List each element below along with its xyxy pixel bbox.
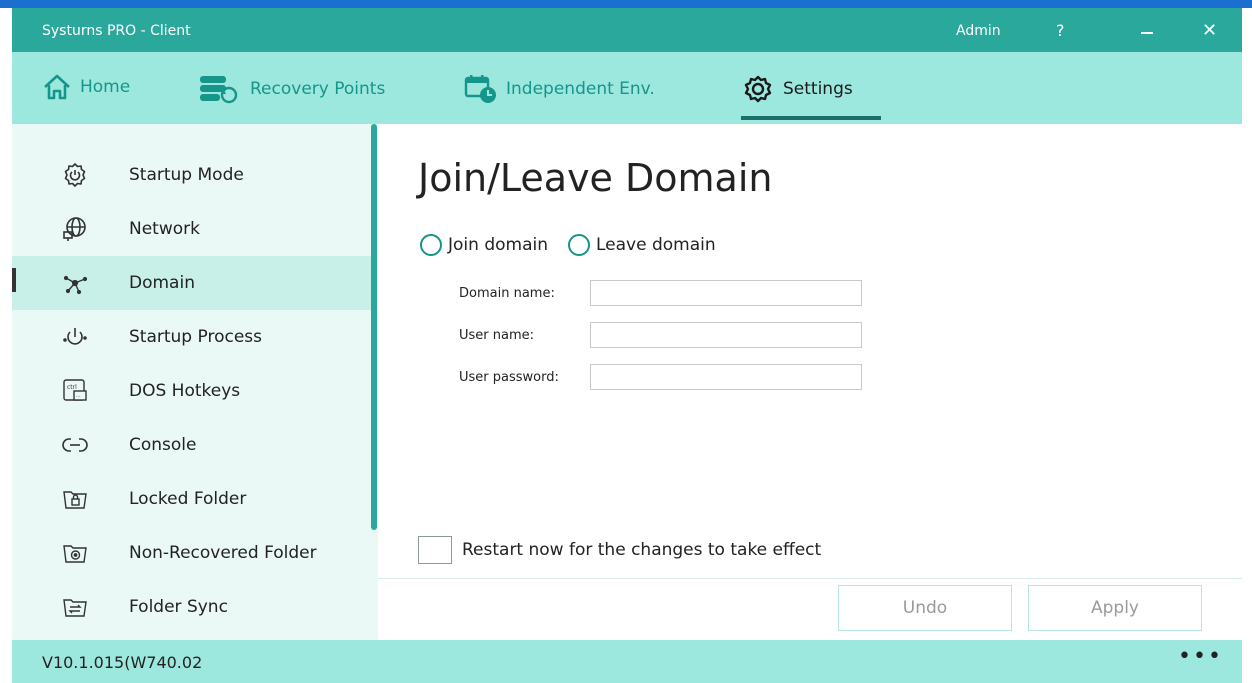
sidebar-item-dos-hotkeys[interactable]: ctrl ··· DOS Hotkeys — [12, 364, 371, 418]
folder-sync-icon — [63, 599, 87, 617]
sidebar-item-startup-mode[interactable]: Startup Mode — [12, 148, 371, 202]
svg-text:ctrl: ctrl — [67, 384, 77, 391]
top-nav: Home Recovery Points Independent Env. Se… — [12, 52, 1242, 124]
admin-user-button[interactable]: Admin — [956, 23, 1001, 39]
window-title: Systurns PRO - Client — [42, 23, 191, 39]
status-bar: V10.1.015(W740.02 ••• — [12, 640, 1242, 683]
checkbox-box — [418, 536, 452, 564]
nav-home[interactable]: Home — [42, 74, 130, 100]
sidebar-item-locked-folder[interactable]: Locked Folder — [12, 472, 371, 526]
sidebar-selection-marker — [12, 268, 16, 292]
sidebar-item-label: Startup Mode — [129, 165, 244, 185]
domain-icon — [63, 275, 88, 295]
radio-circle — [420, 234, 442, 256]
join-domain-radio[interactable]: Join domain — [420, 234, 548, 256]
startup-mode-icon — [64, 163, 86, 187]
help-button[interactable]: ? — [1056, 21, 1065, 40]
startup-process-icon — [63, 328, 87, 345]
recovery-points-icon — [200, 76, 238, 104]
nav-recovery-points[interactable]: Recovery Points — [198, 74, 385, 104]
user-name-input[interactable] — [590, 322, 862, 348]
settings-sidebar: Startup Mode Network Domain Startup Proc… — [12, 124, 378, 640]
domain-name-label: Domain name: — [459, 286, 555, 301]
sidebar-item-label: Folder Sync — [129, 597, 228, 617]
version-text: V10.1.015(W740.02 — [42, 653, 203, 672]
sidebar-scrollbar[interactable] — [371, 124, 377, 530]
settings-icon — [744, 75, 772, 103]
radio-circle — [567, 234, 590, 256]
dos-hotkeys-icon: ctrl ··· — [63, 379, 87, 401]
independent-env-icon — [464, 75, 496, 103]
home-icon — [44, 74, 70, 100]
leave-domain-radio[interactable]: Leave domain — [567, 234, 716, 256]
nav-active-underline — [741, 116, 881, 120]
user-password-input[interactable] — [590, 364, 862, 390]
minimize-button[interactable] — [1141, 32, 1153, 34]
sidebar-item-label: Console — [129, 435, 197, 455]
join-domain-label: Join domain — [448, 235, 548, 255]
sidebar-item-network[interactable]: Network — [12, 202, 371, 256]
title-bar: Systurns PRO - Client Admin ? ✕ — [12, 8, 1242, 52]
domain-name-input[interactable] — [590, 280, 862, 306]
locked-folder-icon — [63, 491, 87, 509]
network-icon — [63, 217, 86, 241]
nav-home-label: Home — [80, 77, 131, 97]
nav-settings-label: Settings — [783, 79, 853, 99]
console-icon — [62, 438, 88, 452]
sidebar-item-non-recovered-folder[interactable]: Non-Recovered Folder — [12, 526, 371, 580]
app-window: Systurns PRO - Client Admin ? ✕ Home Rec… — [12, 8, 1242, 683]
nav-independent-env-label: Independent Env. — [506, 79, 655, 99]
sidebar-item-domain[interactable]: Domain — [12, 256, 371, 310]
sidebar-item-label: Domain — [129, 273, 195, 293]
sidebar-item-label: Non-Recovered Folder — [129, 543, 317, 563]
sidebar-item-folder-sync[interactable]: Folder Sync — [12, 580, 371, 634]
leave-domain-label: Leave domain — [595, 235, 716, 255]
domain-action-radio-group: Join domain Leave domain — [420, 234, 736, 256]
sidebar-item-label: DOS Hotkeys — [129, 381, 241, 401]
non-recovered-folder-icon — [63, 545, 87, 563]
restart-now-checkbox[interactable]: Restart now for the changes to take effe… — [418, 536, 821, 564]
user-name-label: User name: — [459, 328, 535, 343]
nav-settings[interactable]: Settings — [741, 74, 853, 104]
page-title: Join/Leave Domain — [418, 156, 773, 200]
apply-button[interactable]: Apply — [1028, 585, 1202, 631]
window-frame-top — [0, 0, 1252, 8]
sidebar-item-startup-process[interactable]: Startup Process — [12, 310, 371, 364]
footer-divider — [378, 578, 1242, 579]
undo-button[interactable]: Undo — [838, 585, 1012, 631]
nav-recovery-points-label: Recovery Points — [250, 79, 386, 99]
nav-independent-env[interactable]: Independent Env. — [464, 74, 655, 104]
domain-settings-panel: Join/Leave Domain Join domain Leave doma… — [378, 124, 1242, 640]
close-button[interactable]: ✕ — [1202, 20, 1217, 41]
sidebar-item-label: Startup Process — [129, 327, 262, 347]
user-password-label: User password: — [459, 370, 559, 385]
sidebar-item-label: Locked Folder — [129, 489, 247, 509]
restart-now-label: Restart now for the changes to take effe… — [462, 540, 822, 560]
more-options-button[interactable]: ••• — [1178, 644, 1223, 669]
sidebar-item-label: Network — [129, 219, 200, 239]
sidebar-item-console[interactable]: Console — [12, 418, 371, 472]
svg-text:···: ··· — [76, 394, 81, 400]
